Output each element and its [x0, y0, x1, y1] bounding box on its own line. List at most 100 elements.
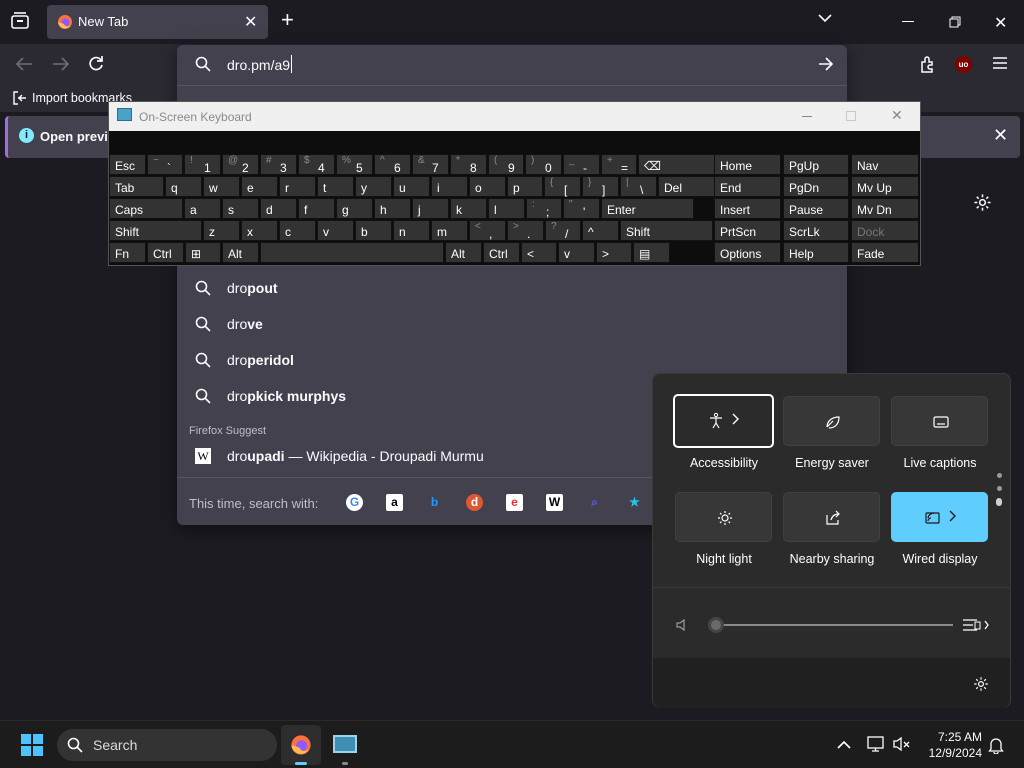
osk-key[interactable]: _ -	[563, 154, 600, 175]
volume-slider-track[interactable]	[708, 617, 953, 633]
osk-key[interactable]: Shift	[620, 220, 713, 241]
osk-key[interactable]: PgDn	[783, 176, 849, 197]
clock-date[interactable]: 12/9/2024	[922, 746, 982, 760]
osk-titlebar[interactable]: On-Screen Keyboard ✕	[109, 102, 920, 131]
osk-key[interactable]: Fn	[109, 242, 146, 263]
osk-maximize-icon[interactable]	[846, 111, 856, 121]
osk-key[interactable]: | \	[620, 176, 657, 197]
osk-key[interactable]: h	[374, 198, 411, 219]
osk-key[interactable]: <	[521, 242, 557, 263]
close-tab-icon[interactable]: ✕	[244, 12, 257, 32]
wikipedia-icon[interactable]: W	[546, 494, 563, 511]
taskbar-firefox-button[interactable]	[281, 725, 321, 765]
google-icon[interactable]: G	[346, 494, 363, 511]
urlbar[interactable]: dro.pm/a9	[177, 45, 847, 85]
volume-slider-thumb[interactable]	[708, 617, 724, 633]
clock-time[interactable]: 7:25 AM	[922, 730, 982, 744]
osk-key[interactable]: :;	[526, 198, 562, 219]
osk-key[interactable]: o	[469, 176, 506, 197]
qs-tile-wired-display[interactable]	[891, 492, 988, 542]
osk-key[interactable]: l	[488, 198, 525, 219]
osk-key[interactable]: a	[184, 198, 221, 219]
osk-key[interactable]: f	[298, 198, 335, 219]
minimize-icon[interactable]	[902, 21, 914, 22]
chevron-right-icon[interactable]	[731, 413, 739, 425]
osk-key[interactable]: >	[596, 242, 632, 263]
osk-key[interactable]: #3	[260, 154, 297, 175]
osk-key[interactable]: ! 1	[184, 154, 221, 175]
osk-key[interactable]: PrtScn	[714, 220, 781, 241]
osk-key[interactable]: Alt	[222, 242, 259, 263]
osk-key[interactable]: Shift	[109, 220, 202, 241]
osk-key[interactable]: Ctrl	[147, 242, 184, 263]
osk-key[interactable]: x	[241, 220, 278, 241]
amazon-icon[interactable]: a	[386, 494, 403, 511]
list-tabs-chevron-icon[interactable]	[817, 13, 833, 23]
firefox-view-icon[interactable]	[10, 12, 30, 30]
osk-key[interactable]: p	[507, 176, 543, 197]
osk-key[interactable]	[260, 242, 444, 263]
suggestion-row[interactable]: drove	[177, 306, 847, 342]
forward-arrow-icon[interactable]	[51, 55, 71, 73]
qs-tile-live-captions[interactable]	[891, 396, 988, 446]
osk-key[interactable]: i	[431, 176, 468, 197]
osk-close-icon[interactable]: ✕	[891, 107, 903, 124]
osk-key[interactable]: Tab	[109, 176, 164, 197]
osk-key[interactable]: % 5	[336, 154, 373, 175]
osk-key[interactable]: * 8	[450, 154, 487, 175]
osk-key[interactable]: Fade	[851, 242, 919, 263]
ebay-icon[interactable]: e	[506, 494, 523, 511]
speaker-muted-icon[interactable]	[675, 618, 689, 632]
osk-key[interactable]: v	[317, 220, 354, 241]
osk-key[interactable]: Mv Dn	[851, 198, 919, 219]
osk-key[interactable]: k	[450, 198, 487, 219]
osk-key[interactable]: <,	[469, 220, 506, 241]
osk-key[interactable]: + =	[601, 154, 637, 175]
urlbar-input[interactable]: dro.pm/a9	[227, 57, 290, 73]
osk-key[interactable]: d	[260, 198, 297, 219]
osk-key[interactable]: t	[317, 176, 354, 197]
audio-output-icon[interactable]	[962, 616, 990, 634]
osk-key[interactable]: e	[241, 176, 278, 197]
taskbar-osk-button[interactable]	[325, 725, 365, 765]
osk-key[interactable]: z	[203, 220, 240, 241]
hamburger-menu-icon[interactable]	[993, 57, 1007, 69]
search-shortcut-icon[interactable]: ⌕	[586, 494, 603, 511]
osk-key[interactable]: PgUp	[783, 154, 849, 175]
windows-start-icon[interactable]	[21, 734, 43, 756]
network-icon[interactable]	[867, 736, 885, 752]
osk-key[interactable]: Pause	[783, 198, 849, 219]
osk-key[interactable]: y	[355, 176, 392, 197]
osk-key[interactable]: " '	[563, 198, 600, 219]
osk-key[interactable]: Insert	[714, 198, 781, 219]
bookmarks-star-icon[interactable]: ★	[626, 494, 643, 511]
osk-key[interactable]: @2	[222, 154, 259, 175]
ublock-origin-icon[interactable]: uo	[955, 56, 972, 73]
restore-icon[interactable]	[949, 16, 961, 28]
back-arrow-icon[interactable]	[14, 55, 34, 73]
osk-key[interactable]: Help	[783, 242, 849, 263]
osk-key[interactable]: Mv Up	[851, 176, 919, 197]
osk-key[interactable]: n	[393, 220, 430, 241]
extensions-icon[interactable]	[919, 55, 937, 73]
osk-key[interactable]: g	[336, 198, 373, 219]
osk-key[interactable]: q	[165, 176, 202, 197]
reload-icon[interactable]	[87, 55, 105, 73]
osk-key[interactable]: s	[222, 198, 259, 219]
osk-key[interactable]: ) 0	[525, 154, 562, 175]
osk-key[interactable]: ? /	[545, 220, 581, 241]
osk-key[interactable]: Ctrl	[483, 242, 520, 263]
go-arrow-icon[interactable]	[818, 57, 834, 71]
osk-key[interactable]: Nav	[851, 154, 919, 175]
taskbar-search-box[interactable]: Search	[57, 729, 277, 761]
osk-key[interactable]: ▤	[633, 242, 670, 263]
notification-bell-icon[interactable]	[988, 737, 1004, 754]
osk-minimize-icon[interactable]	[802, 116, 812, 117]
osk-key[interactable]: ^ 6	[374, 154, 411, 175]
bing-icon[interactable]: b	[426, 494, 443, 511]
osk-key[interactable]: ~ `	[147, 154, 183, 175]
osk-key[interactable]: Enter	[601, 198, 694, 219]
osk-key[interactable]: Caps	[109, 198, 183, 219]
osk-key[interactable]: Home	[714, 154, 781, 175]
qs-tile-energy-saver[interactable]	[783, 396, 880, 446]
